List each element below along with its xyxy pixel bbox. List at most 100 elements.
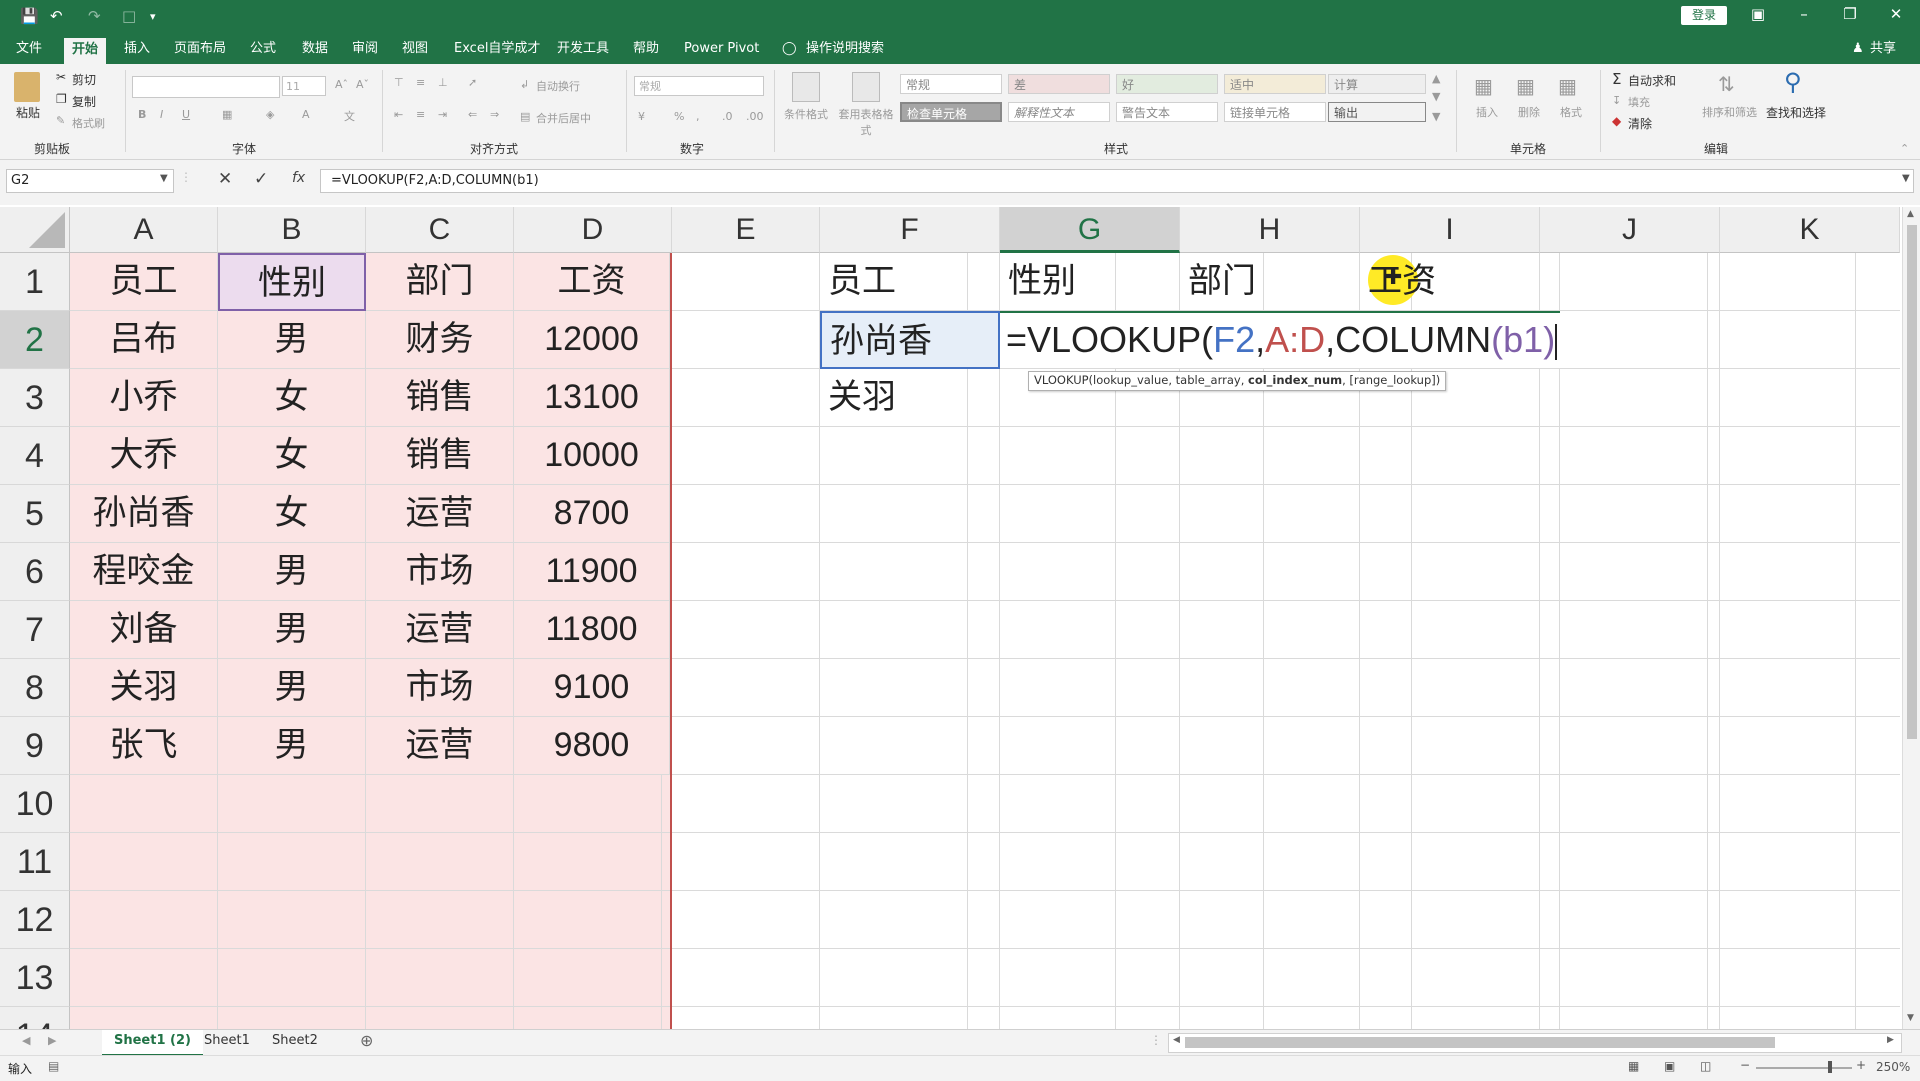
lookup-name-cell[interactable]: 关羽	[820, 369, 1000, 427]
tab-formulas[interactable]: 公式	[250, 40, 276, 62]
format-cells-icon[interactable]: ▦	[1558, 74, 1577, 98]
normal-view-icon[interactable]: ▦	[1628, 1059, 1639, 1073]
style-neutral[interactable]: 适中	[1224, 74, 1326, 94]
redo-icon[interactable]: ↷	[88, 7, 101, 25]
column-header-d[interactable]: D	[514, 207, 672, 253]
style-bad[interactable]: 差	[1008, 74, 1110, 94]
align-top-icon[interactable]: ⊤	[394, 76, 404, 89]
insert-function-icon[interactable]: fx	[292, 170, 305, 186]
table-cell[interactable]: 大乔	[70, 427, 218, 485]
table-cell[interactable]: 女	[218, 369, 366, 427]
tab-power-pivot[interactable]: Power Pivot	[684, 40, 759, 62]
table-cell[interactable]: 运营	[366, 717, 514, 775]
tab-home[interactable]: 开始	[64, 38, 107, 64]
border-icon[interactable]: ▦	[222, 108, 232, 121]
cancel-entry-icon[interactable]: ✕	[218, 169, 232, 189]
table-cell[interactable]: 11900	[514, 543, 670, 601]
vertical-scroll-thumb[interactable]	[1907, 225, 1917, 739]
clear-button[interactable]: 清除	[1628, 115, 1652, 132]
table-cell[interactable]: 8700	[514, 485, 670, 543]
row-header-3[interactable]: 3	[0, 369, 70, 427]
insert-cells-icon[interactable]: ▦	[1474, 74, 1493, 98]
conditional-format-icon[interactable]	[792, 72, 820, 102]
indent-decrease-icon[interactable]: ⇐	[468, 108, 477, 121]
zoom-out-icon[interactable]: −	[1740, 1058, 1750, 1072]
zoom-slider-thumb[interactable]	[1828, 1061, 1832, 1073]
font-color-icon[interactable]: A	[302, 108, 310, 121]
share-icon[interactable]: ♟	[1852, 40, 1864, 62]
close-icon[interactable]: ✕	[1886, 5, 1906, 23]
tell-me-search[interactable]: 操作说明搜索	[806, 40, 884, 62]
scroll-right-icon[interactable]: ▶	[1887, 1035, 1894, 1045]
next-sheet-icon[interactable]: ▶	[48, 1034, 56, 1047]
scroll-left-icon[interactable]: ◀	[1173, 1035, 1180, 1045]
delete-cells-icon[interactable]: ▦	[1516, 74, 1535, 98]
vertical-scrollbar[interactable]: ▲ ▼	[1902, 207, 1920, 1029]
align-middle-icon[interactable]: ≡	[416, 76, 425, 89]
currency-icon[interactable]: ¥	[638, 110, 645, 123]
macro-record-icon[interactable]: ▤	[48, 1059, 59, 1073]
table-cell[interactable]: 销售	[366, 427, 514, 485]
column-header-a[interactable]: A	[70, 207, 218, 253]
style-good[interactable]: 好	[1116, 74, 1218, 94]
styles-scroll-down-icon[interactable]: ▼	[1432, 90, 1440, 103]
bold-button[interactable]: B	[138, 108, 146, 121]
table-cell[interactable]: 女	[218, 427, 366, 485]
tab-file[interactable]: 文件	[16, 40, 42, 62]
shrink-font-icon[interactable]: Aˇ	[356, 78, 369, 91]
table-cell[interactable]: 孙尚香	[70, 485, 218, 543]
expand-formula-icon[interactable]: ▼	[1902, 173, 1910, 184]
empty-range-cells[interactable]	[70, 775, 670, 1029]
merge-center-button[interactable]: 合并后居中	[536, 110, 591, 126]
style-output[interactable]: 输出	[1328, 102, 1426, 122]
row-header-6[interactable]: 6	[0, 543, 70, 601]
table-header-gender[interactable]: 性别	[218, 253, 366, 311]
table-cell[interactable]: 张飞	[70, 717, 218, 775]
add-sheet-icon[interactable]: ⊕	[360, 1031, 373, 1050]
eraser-icon[interactable]: ◆	[1612, 114, 1621, 128]
styles-scroll-up-icon[interactable]: ▲	[1432, 72, 1440, 85]
lookup-header-department[interactable]: 部门	[1180, 253, 1360, 311]
scroll-up-icon[interactable]: ▲	[1907, 209, 1914, 219]
table-header-salary[interactable]: 工资	[514, 253, 670, 311]
share-button[interactable]: 共享	[1870, 40, 1896, 62]
table-header-department[interactable]: 部门	[366, 253, 514, 311]
increase-decimal-icon[interactable]: .0	[722, 110, 733, 123]
paste-icon[interactable]	[14, 72, 40, 102]
style-normal[interactable]: 常规	[900, 74, 1002, 94]
page-break-view-icon[interactable]: ◫	[1700, 1059, 1711, 1073]
style-linked-cell[interactable]: 链接单元格	[1224, 102, 1326, 122]
login-button[interactable]: 登录	[1681, 6, 1727, 25]
column-header-f[interactable]: F	[820, 207, 1000, 253]
number-format-select[interactable]: 常规	[634, 76, 764, 96]
name-box[interactable]: G2	[6, 169, 174, 193]
table-cell[interactable]: 市场	[366, 659, 514, 717]
row-header-2[interactable]: 2	[0, 311, 70, 369]
table-cell[interactable]: 运营	[366, 485, 514, 543]
page-layout-view-icon[interactable]: ▣	[1664, 1059, 1675, 1073]
horizontal-scrollbar[interactable]: ◀ ▶	[1168, 1033, 1902, 1053]
insert-cells-button[interactable]: 插入	[1476, 104, 1498, 120]
table-cell[interactable]: 吕布	[70, 311, 218, 369]
lookup-name-cell[interactable]: 孙尚香	[820, 311, 1000, 369]
autosum-button[interactable]: 自动求和	[1628, 72, 1676, 89]
row-header-8[interactable]: 8	[0, 659, 70, 717]
table-cell[interactable]: 13100	[514, 369, 670, 427]
copy-button[interactable]: 复制	[72, 93, 96, 110]
minimize-icon[interactable]: –	[1794, 5, 1814, 23]
sort-filter-icon[interactable]: ⇅	[1718, 72, 1735, 96]
copy-icon[interactable]: ❐	[56, 92, 67, 106]
delete-cells-button[interactable]: 删除	[1518, 104, 1540, 120]
paste-button[interactable]: 粘贴	[16, 104, 40, 121]
cut-button[interactable]: 剪切	[72, 71, 96, 88]
italic-button[interactable]: I	[160, 108, 163, 121]
table-cell[interactable]: 女	[218, 485, 366, 543]
row-header-11[interactable]: 11	[0, 833, 70, 891]
align-bottom-icon[interactable]: ⊥	[438, 76, 448, 89]
table-cell[interactable]: 12000	[514, 311, 670, 369]
lookup-header-employee[interactable]: 员工	[820, 253, 1000, 311]
format-painter-button[interactable]: 格式刷	[72, 115, 105, 131]
column-header-j[interactable]: J	[1540, 207, 1720, 253]
restore-icon[interactable]: ❐	[1840, 5, 1860, 23]
merge-icon[interactable]: ▤	[520, 110, 530, 123]
